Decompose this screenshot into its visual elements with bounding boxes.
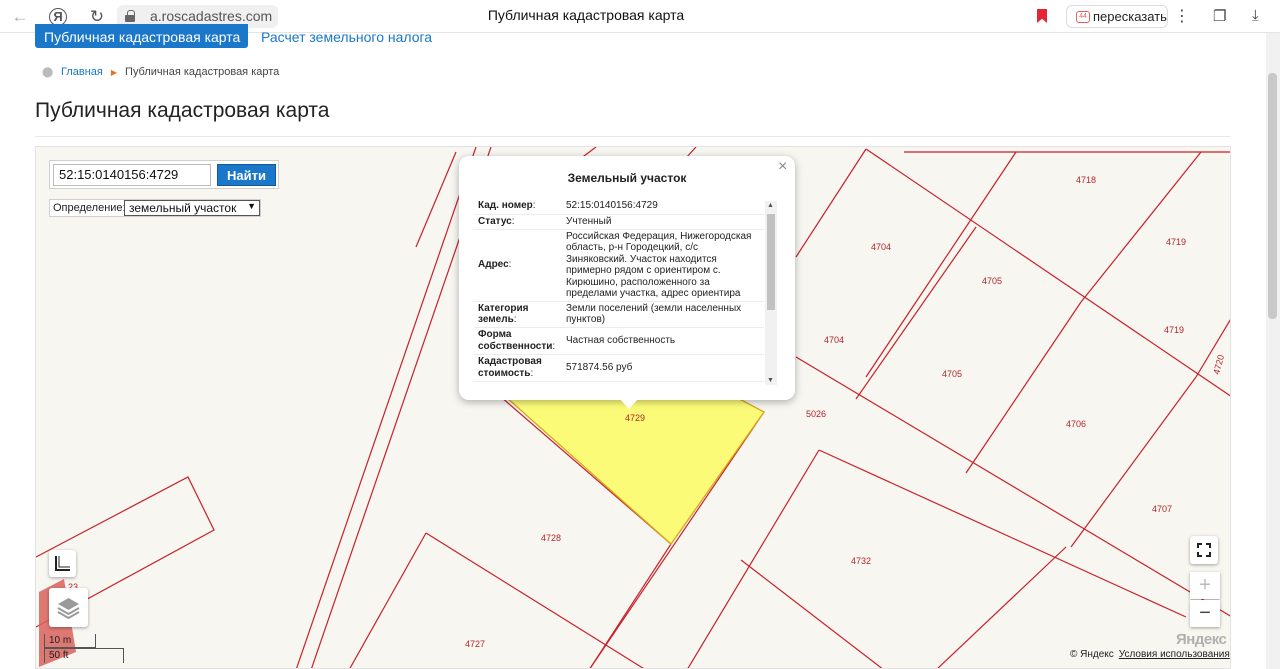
parcel-label: 4705 (982, 276, 1002, 286)
zoom-in-button[interactable]: + (1190, 572, 1220, 599)
retell-button[interactable]: 44 пересказать (1066, 5, 1168, 28)
collections-icon[interactable]: ❐ (1213, 7, 1231, 25)
url-text: a.roscadastres.com (150, 8, 273, 24)
ruler-button[interactable] (49, 550, 76, 577)
zoom-out-button[interactable]: − (1190, 600, 1220, 627)
info-key: Категория земель: (474, 301, 562, 328)
retell-label: пересказать (1093, 9, 1167, 24)
parcel-label: 4718 (1076, 175, 1096, 185)
parcel-label: 4729 (625, 413, 645, 423)
popup-tail (620, 399, 638, 409)
scale-meters: 10 m (44, 634, 96, 648)
zoom-control: + − (1190, 572, 1220, 628)
table-row: Категория земель: Земли поселений (земли… (474, 301, 764, 328)
info-value: Частная собственность (562, 327, 764, 355)
fullscreen-button[interactable] (1190, 536, 1218, 564)
fullscreen-icon (1197, 543, 1211, 557)
table-row: Статус: Учтенный (474, 214, 764, 230)
parcel-info-table: Кад. номер: 52:15:0140156:4729 Статус: У… (474, 198, 764, 382)
popup-title: Земельный участок (567, 171, 687, 185)
info-key: Статус: (474, 214, 562, 230)
parcel-label: 4727 (465, 639, 485, 649)
parcel-info-popup: × Земельный участок Кад. номер: 52:15:01… (459, 156, 795, 409)
scroll-down-icon[interactable]: ▼ (767, 377, 774, 384)
page-scrollbar[interactable] (1266, 33, 1280, 669)
definition-select[interactable]: земельный участок ▼ (124, 200, 260, 216)
find-button[interactable]: Найти (217, 164, 276, 186)
info-value: 571874.56 руб (562, 354, 764, 382)
parcel-label: 4720 (1211, 354, 1226, 376)
parcel-label: 4728 (541, 533, 561, 543)
info-key: Адрес: (474, 229, 562, 302)
search-panel: 52:15:0140156:4729 Найти (49, 160, 279, 189)
popup-scrollbar[interactable]: ▲ ▼ (765, 201, 777, 385)
tab-title: Публичная кадастровая карта (487, 7, 685, 23)
table-row: Форма собственности: Частная собственнос… (474, 327, 764, 355)
popup-scrollbar-thumb[interactable] (767, 214, 775, 310)
parcel-label: 4704 (824, 335, 844, 345)
tab-cadastral-map[interactable]: Публичная кадастровая карта (35, 24, 248, 48)
definition-value: земельный участок (129, 201, 237, 215)
breadcrumb-home-link[interactable]: Главная (61, 66, 103, 78)
breadcrumb: ⬤ Главная ▶ Публичная кадастровая карта (42, 66, 279, 78)
info-value: Земли поселений (земли населенных пункто… (562, 301, 764, 328)
parcel-label: 4719 (1164, 325, 1184, 335)
parcel-label: 4706 (1066, 419, 1086, 429)
bookmark-icon[interactable] (1037, 9, 1047, 23)
terms-link[interactable]: Условия использования (1119, 649, 1230, 660)
breadcrumb-current: Публичная кадастровая карта (125, 66, 280, 78)
divider (35, 136, 1231, 137)
parcel-label: 4704 (871, 242, 891, 252)
more-menu-icon[interactable]: ⋮ (1174, 6, 1190, 26)
parcel-label: 5026 (806, 409, 826, 419)
parcel-label: 4705 (942, 369, 962, 379)
map-copyright: © Яндекс Условия использования (1070, 649, 1230, 660)
table-row: Адрес: Российская Федерация, Нижегородск… (474, 229, 764, 302)
parcel-label: 4707 (1152, 504, 1172, 514)
download-icon[interactable]: ⤓ (1252, 7, 1270, 25)
definition-label: Определение: (53, 202, 126, 214)
ruler-icon (55, 556, 70, 571)
scroll-up-icon[interactable]: ▲ (767, 202, 774, 209)
retell-badge-icon: 44 (1076, 11, 1090, 23)
table-row: Кадастровая стоимость: 571874.56 руб (474, 354, 764, 382)
lock-icon (125, 10, 135, 22)
chevron-down-icon: ▼ (247, 201, 256, 211)
table-row: Кад. номер: 52:15:0140156:4729 (474, 198, 764, 215)
info-value: 52:15:0140156:4729 (562, 198, 764, 215)
parcel-label: 4732 (851, 556, 871, 566)
info-key: Кадастровая стоимость: (474, 354, 562, 382)
layers-icon (57, 598, 80, 620)
cadastral-number-input[interactable]: 52:15:0140156:4729 (53, 164, 211, 186)
info-key: Кад. номер: (474, 198, 562, 215)
definition-row: Определение: земельный участок ▼ (49, 199, 261, 217)
parcel-label: 4719 (1166, 237, 1186, 247)
scrollbar-thumb[interactable] (1268, 73, 1277, 319)
tab-land-tax[interactable]: Расчет земельного налога (261, 29, 432, 45)
page-title: Публичная кадастровая карта (35, 99, 330, 122)
breadcrumb-separator-icon: ▶ (110, 68, 118, 77)
info-key: Форма собственности: (474, 327, 562, 355)
info-value: Российская Федерация, Нижегородская обла… (562, 229, 764, 302)
location-pin-icon: ⬤ (42, 67, 54, 78)
back-arrow-icon[interactable]: ← (9, 6, 31, 28)
yandex-logo: Яндекс (1176, 631, 1227, 648)
layers-button[interactable] (49, 588, 88, 627)
copyright-text: © Яндекс (1070, 649, 1114, 660)
scale-feet: 50 ft (44, 648, 124, 663)
info-value: Учтенный (562, 214, 764, 230)
